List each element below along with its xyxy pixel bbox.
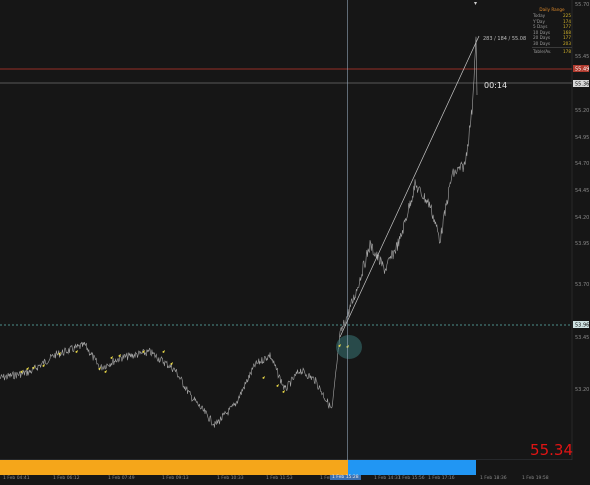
- time-axis-label: 1 Feb 09:13: [162, 476, 189, 481]
- price-axis-tick: 53.70: [575, 282, 589, 288]
- session-bar: [0, 460, 590, 475]
- session-segment-blue[interactable]: [348, 460, 476, 475]
- price-axis-tick: 54.95: [575, 135, 589, 141]
- price-axis-tick: 55.45: [575, 54, 589, 60]
- daily-range-panel: Daily Range Today 225 Y'Day 174 5 Days 177 …: [532, 7, 572, 54]
- session-segment-orange[interactable]: [0, 460, 348, 475]
- trade-marker-icon: [262, 376, 265, 379]
- time-axis-label: 1 Feb 04:41: [3, 476, 30, 481]
- trade-marker-icon: [276, 384, 279, 387]
- time-axis-label: 1 Feb 11:53: [266, 476, 293, 481]
- daily-range-title: Daily Range: [539, 7, 565, 12]
- time-axis-label: 1 Feb 15:56: [398, 476, 425, 481]
- crosshair-vertical: [347, 0, 348, 475]
- chevron-down-icon: ▾: [474, 0, 478, 7]
- hover-readout: 283 / 184 / 55.08: [483, 36, 526, 42]
- time-axis-label: 1 Feb 18:36: [480, 476, 507, 481]
- trade-marker-icon: [170, 362, 173, 365]
- trade-marker-icon: [75, 350, 78, 353]
- red-price-label: 55.49: [575, 67, 589, 73]
- trade-marker-icon: [110, 356, 113, 359]
- time-axis-label: 1 Feb 19:58: [522, 476, 549, 481]
- time-axis-label: 1 Feb 10:33: [217, 476, 244, 481]
- price-axis-tick: 55.20: [575, 108, 589, 114]
- time-axis-label: 1 Feb 07:49: [108, 476, 135, 481]
- trade-marker-icon: [162, 350, 165, 353]
- time-axis-label: 1 Feb 06:12: [53, 476, 80, 481]
- price-series-line: [0, 36, 478, 428]
- price-chart[interactable]: 55.70 55.45 55.20 54.95 54.70 54.45 54.20 53.95…: [0, 0, 590, 485]
- highlight-ellipse: [336, 335, 362, 359]
- price-axis-tick: 53.45: [575, 335, 589, 341]
- price-axis-tick: 53.95: [575, 241, 589, 247]
- big-price-readout: 55.34: [530, 441, 573, 459]
- trade-marker-icon: [104, 370, 107, 373]
- time-axis: 1 Feb 04:41 1 Feb 06:12 1 Feb 07:49 1 Feb 0…: [0, 475, 590, 485]
- price-axis-tick: 54.45: [575, 188, 589, 194]
- price-axis-tick: 53.20: [575, 387, 589, 393]
- price-axis-tick: 54.70: [575, 161, 589, 167]
- candle-timer: 00:14: [484, 81, 508, 90]
- price-axis-tick: 55.70: [575, 2, 589, 8]
- crosshair-price-label: 53.96: [575, 323, 589, 329]
- session-segment-empty: [476, 460, 590, 475]
- trade-marker-icon: [98, 367, 101, 370]
- time-axis-label: 1 Feb 17:16: [428, 476, 455, 481]
- current-price-label: 55.36: [575, 82, 589, 88]
- trade-marker-icon: [20, 370, 23, 373]
- cursor-time-label: 1 Feb 15:28: [330, 475, 361, 480]
- time-axis-label: 1 Feb 14:37: [374, 476, 401, 481]
- trend-line[interactable]: [339, 35, 480, 338]
- range-row: 30 Days 203: [533, 40, 571, 46]
- range-footer-row: Table/Av. 178: [533, 49, 571, 54]
- price-axis-tick: 54.20: [575, 215, 589, 221]
- trade-marker-icon: [282, 390, 285, 393]
